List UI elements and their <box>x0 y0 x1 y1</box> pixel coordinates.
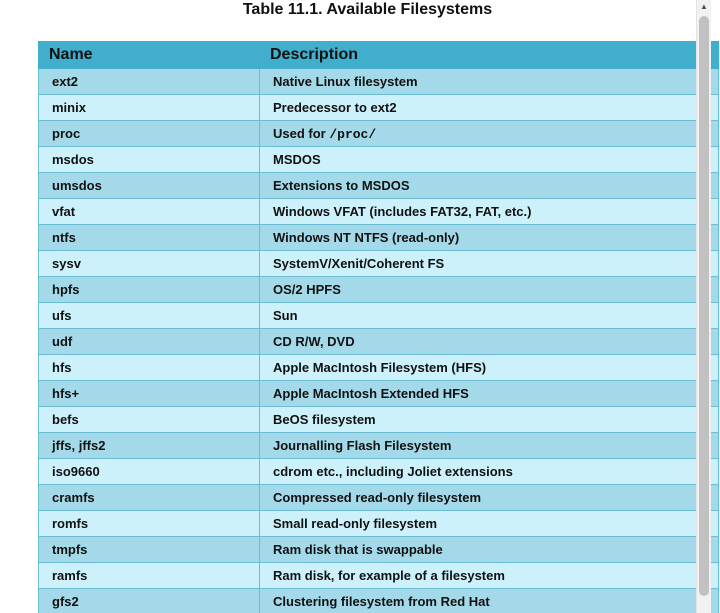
vertical-scrollbar[interactable]: ▲ <box>696 0 711 613</box>
table-row: jffs, jffs2 Journalling Flash Filesystem <box>38 432 719 459</box>
cell-description: CD R/W, DVD <box>259 328 719 355</box>
cell-description: OS/2 HPFS <box>259 276 719 303</box>
table-row: udf CD R/W, DVD <box>38 328 719 355</box>
table-row: proc Used for /proc/ <box>38 120 719 147</box>
cell-description: Apple MacIntosh Filesystem (HFS) <box>259 354 719 381</box>
table-row: umsdos Extensions to MSDOS <box>38 172 719 199</box>
cell-name: ntfs <box>38 224 260 251</box>
cell-description: cdrom etc., including Joliet extensions <box>259 458 719 485</box>
cell-name: sysv <box>38 250 260 277</box>
document-page: Table 11.1. Available Filesystems Name D… <box>0 0 720 613</box>
cell-name: hpfs <box>38 276 260 303</box>
cell-description: Windows NT NTFS (read-only) <box>259 224 719 251</box>
cell-description: Predecessor to ext2 <box>259 94 719 121</box>
cell-description: Windows VFAT (includes FAT32, FAT, etc.) <box>259 198 719 225</box>
table-row: iso9660 cdrom etc., including Joliet ext… <box>38 458 719 485</box>
cell-description: Apple MacIntosh Extended HFS <box>259 380 719 407</box>
table-row: befs BeOS filesystem <box>38 406 719 433</box>
table-row: vfat Windows VFAT (includes FAT32, FAT, … <box>38 198 719 225</box>
cell-description: Journalling Flash Filesystem <box>259 432 719 459</box>
header-description: Description <box>259 41 719 69</box>
cell-description: Ram disk that is swappable <box>259 536 719 563</box>
cell-name: romfs <box>38 510 260 537</box>
cell-name: hfs+ <box>38 380 260 407</box>
scrollbar-thumb[interactable] <box>699 16 709 596</box>
cell-name: msdos <box>38 146 260 173</box>
table-row: minix Predecessor to ext2 <box>38 94 719 121</box>
table-title: Table 11.1. Available Filesystems <box>242 1 493 18</box>
table-row: sysv SystemV/Xenit/Coherent FS <box>38 250 719 277</box>
table-row: hfs Apple MacIntosh Filesystem (HFS) <box>38 354 719 381</box>
cell-name: tmpfs <box>38 536 260 563</box>
table-body: ext2 Native Linux filesystem minix Prede… <box>38 68 719 613</box>
table-row: hfs+ Apple MacIntosh Extended HFS <box>38 380 719 407</box>
description-text: Used for <box>273 125 330 141</box>
cell-name: udf <box>38 328 260 355</box>
cell-name: proc <box>38 120 260 147</box>
table-row: ufs Sun <box>38 302 719 329</box>
table-row: romfs Small read-only filesystem <box>38 510 719 537</box>
cell-name: ramfs <box>38 562 260 589</box>
cell-description: Clustering filesystem from Red Hat <box>259 588 719 613</box>
cell-name: umsdos <box>38 172 260 199</box>
cell-name: hfs <box>38 354 260 381</box>
cell-description: Native Linux filesystem <box>259 68 719 95</box>
cell-description: SystemV/Xenit/Coherent FS <box>259 250 719 277</box>
scroll-up-arrow-icon[interactable]: ▲ <box>697 0 711 14</box>
header-name: Name <box>38 41 260 69</box>
cell-name: iso9660 <box>38 458 260 485</box>
cell-name: befs <box>38 406 260 433</box>
table-row: hpfs OS/2 HPFS <box>38 276 719 303</box>
table-header-row: Name Description <box>38 41 719 69</box>
cell-description: Extensions to MSDOS <box>259 172 719 199</box>
table-row: gfs2 Clustering filesystem from Red Hat <box>38 588 719 613</box>
cell-name: cramfs <box>38 484 260 511</box>
cell-name: minix <box>38 94 260 121</box>
cell-description: Compressed read-only filesystem <box>259 484 719 511</box>
cell-description: Sun <box>259 302 719 329</box>
cell-name: ext2 <box>38 68 260 95</box>
table-row: ramfs Ram disk, for example of a filesys… <box>38 562 719 589</box>
cell-description: Used for /proc/ <box>259 120 719 147</box>
table-row: msdos MSDOS <box>38 146 719 173</box>
cell-description: Small read-only filesystem <box>259 510 719 537</box>
table-row: tmpfs Ram disk that is swappable <box>38 536 719 563</box>
cell-description: MSDOS <box>259 146 719 173</box>
cell-description: BeOS filesystem <box>259 406 719 433</box>
table-row: ntfs Windows NT NTFS (read-only) <box>38 224 719 251</box>
table-row: cramfs Compressed read-only filesystem <box>38 484 719 511</box>
cell-description: Ram disk, for example of a filesystem <box>259 562 719 589</box>
cell-name: jffs, jffs2 <box>38 432 260 459</box>
code-path: /proc/ <box>329 126 377 142</box>
cell-name: vfat <box>38 198 260 225</box>
filesystems-table: Name Description ext2 Native Linux files… <box>38 41 719 613</box>
cell-name: ufs <box>38 302 260 329</box>
cell-name: gfs2 <box>38 588 260 613</box>
table-row: ext2 Native Linux filesystem <box>38 68 719 95</box>
